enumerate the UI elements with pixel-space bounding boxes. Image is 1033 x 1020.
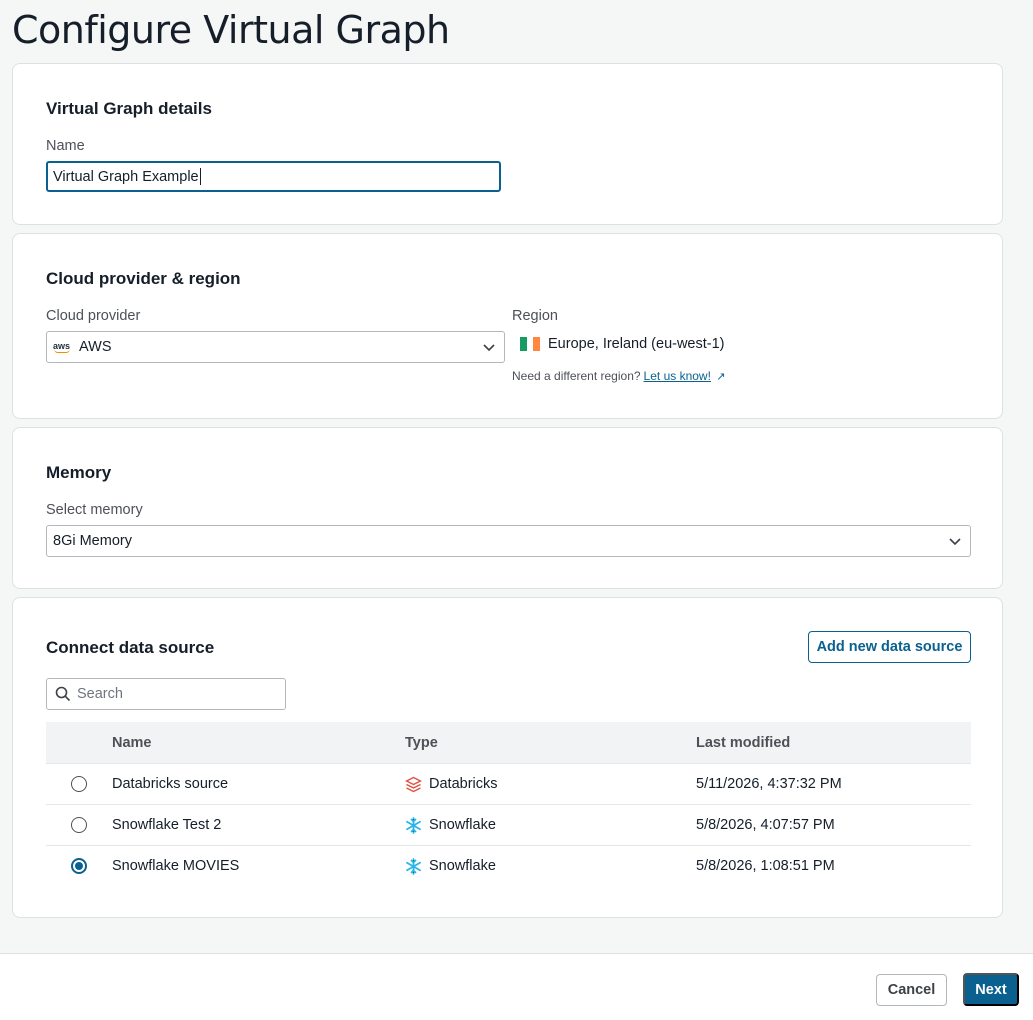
memory-title: Memory [46,463,112,482]
row-radio[interactable] [71,776,87,792]
footer-bar: Cancel Next [0,953,1033,1020]
cloud-provider-value: AWS [79,339,112,355]
row-type: Databricks [429,776,498,792]
search-placeholder: Search [77,686,123,702]
row-modified: 5/11/2026, 4:37:32 PM [696,776,842,792]
row-name: Snowflake Test 2 [112,817,222,833]
cloud-provider-label: Cloud provider [46,308,141,324]
next-button[interactable]: Next [963,973,1019,1006]
details-card: Virtual Graph details Name Virtual Graph… [12,63,1003,225]
cloud-provider-select[interactable]: aws AWS [46,331,505,363]
column-header-name: Name [112,734,152,751]
name-input-value: Virtual Graph Example [53,168,199,185]
memory-select-label: Select memory [46,502,143,518]
column-header-type: Type [405,734,438,751]
region-label: Region [512,308,558,324]
row-modified: 5/8/2026, 4:07:57 PM [696,817,835,833]
search-icon [55,686,71,702]
row-radio[interactable] [71,817,87,833]
row-type: Snowflake [429,858,496,874]
row-name: Databricks source [112,776,229,792]
chevron-down-icon [483,344,495,352]
column-header-modified: Last modified [696,734,791,751]
details-title: Virtual Graph details [46,99,212,118]
datasource-card: Connect data source Add new data source … [12,597,1003,918]
datasource-title: Connect data source [46,638,215,657]
name-label: Name [46,138,85,154]
cloud-card: Cloud provider & region Cloud provider a… [12,233,1003,419]
row-modified: 5/8/2026, 1:08:51 PM [696,858,835,874]
region-request-link[interactable]: Let us know! [644,369,711,383]
memory-card: Memory Select memory 8Gi Memory [12,427,1003,589]
search-input[interactable]: Search [46,678,286,710]
cancel-button[interactable]: Cancel [876,974,947,1006]
region-hint: Need a different region? Let us know! ↗ [512,369,725,383]
row-type: Snowflake [429,817,496,833]
table-header: Name Type Last modified [46,722,971,763]
region-hint-text: Need a different region? [512,369,641,383]
external-link-icon: ↗ [716,371,726,383]
chevron-down-icon [949,538,961,546]
aws-logo-icon: aws [53,341,70,353]
datasource-table: Name Type Last modified Databricks sourc… [46,722,971,886]
databricks-icon [405,776,422,792]
page-title: Configure Virtual Graph [12,8,450,52]
ireland-flag-icon [520,337,541,351]
table-row[interactable]: Snowflake MOVIES Snowflake 5/8/2026, 1:0… [46,845,971,886]
snowflake-icon [406,816,421,834]
name-input[interactable]: Virtual Graph Example [46,161,501,192]
row-radio-selected[interactable] [71,858,87,874]
row-name: Snowflake MOVIES [112,858,240,874]
text-cursor [199,168,201,185]
add-data-source-button[interactable]: Add new data source [808,631,971,663]
cloud-title: Cloud provider & region [46,269,241,288]
region-value: Europe, Ireland (eu-west-1) [520,336,725,352]
snowflake-icon [406,857,421,875]
table-row[interactable]: Snowflake Test 2 Snowflake 5/8/2026, 4:0… [46,804,971,845]
table-row[interactable]: Databricks source Databricks 5/11/2026, … [46,763,971,804]
memory-select-value: 8Gi Memory [53,533,132,549]
memory-select[interactable]: 8Gi Memory [46,525,971,557]
region-text: Europe, Ireland (eu-west-1) [548,336,725,352]
